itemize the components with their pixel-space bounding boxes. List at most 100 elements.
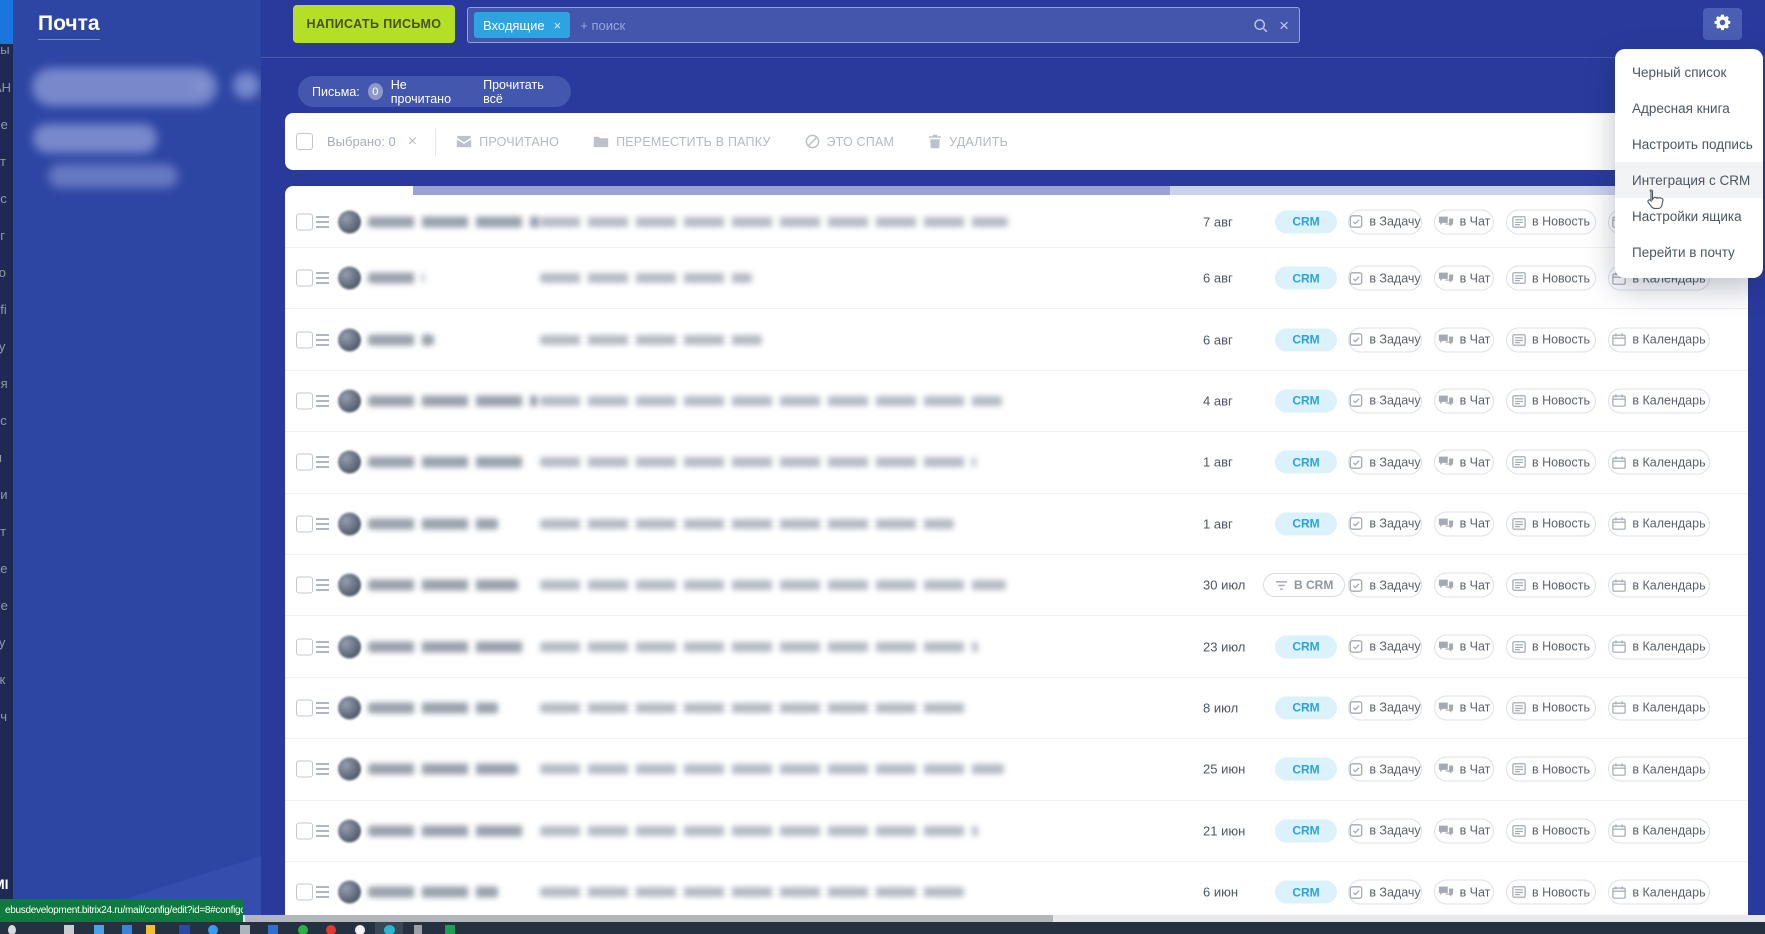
mail-row[interactable]: 7 авгCRMв Задачув Чатв Новостьв Календар… — [285, 196, 1748, 248]
row-button-chat[interactable]: в Чат — [1434, 327, 1494, 353]
row-button-news[interactable]: в Новость — [1506, 879, 1596, 905]
row-button-calendar[interactable]: в Календарь — [1608, 511, 1710, 537]
row-button-news[interactable]: в Новость — [1506, 695, 1596, 721]
row-button-task[interactable]: в Задачу — [1348, 818, 1422, 844]
row-button-news[interactable]: в Новость — [1506, 209, 1596, 234]
taskbar-app-icon[interactable] — [298, 925, 308, 934]
row-button-news[interactable]: в Новость — [1506, 327, 1596, 353]
menu-item-5[interactable]: Настройки ящика — [1615, 198, 1763, 234]
drag-handle-icon[interactable] — [316, 215, 329, 228]
mail-row[interactable]: 30 июл В CRM в Задачу в Чат в Новость в Кален… — [285, 555, 1748, 617]
row-checkbox[interactable] — [296, 453, 313, 471]
sidebar-folder-item[interactable] — [33, 124, 157, 153]
mail-row[interactable]: 25 июн CRM в Задачу в Чат в Новость в Календа… — [285, 739, 1748, 801]
row-button-calendar[interactable]: в Календарь — [1608, 634, 1710, 660]
row-button-chat[interactable]: в Чат — [1434, 756, 1494, 782]
row-button-chat[interactable]: в Чат — [1434, 265, 1494, 291]
row-button-calendar[interactable]: в Календарь — [1608, 879, 1710, 905]
drag-handle-icon[interactable] — [316, 886, 329, 899]
search-filter-chip[interactable]: Входящие × — [474, 12, 571, 38]
row-checkbox[interactable] — [296, 576, 313, 594]
mail-row[interactable]: 6 июн CRM в Задачу в Чат в Новость в Календар… — [285, 862, 1748, 915]
row-button-task[interactable]: в Задачу — [1348, 572, 1422, 598]
drag-handle-icon[interactable] — [316, 640, 329, 653]
row-button-task[interactable]: в Задачу — [1348, 695, 1422, 721]
taskbar-app-icon[interactable] — [355, 925, 365, 934]
row-button-task[interactable]: в Задачу — [1348, 209, 1422, 234]
drag-handle-icon[interactable] — [316, 333, 329, 346]
row-checkbox[interactable] — [296, 331, 313, 349]
row-checkbox[interactable] — [296, 760, 313, 778]
row-button-calendar[interactable]: в Календарь — [1608, 449, 1710, 475]
row-button-task[interactable]: в Задачу — [1348, 388, 1422, 414]
row-button-chat[interactable]: в Чат — [1434, 634, 1494, 660]
drag-handle-icon[interactable] — [316, 456, 329, 469]
taskbar-app-icon[interactable] — [179, 925, 190, 934]
clear-selection-icon[interactable]: × — [408, 133, 417, 151]
taskbar-app-icon[interactable] — [64, 925, 74, 934]
row-button-chat[interactable]: в Чат — [1434, 511, 1494, 537]
row-button-chat[interactable]: в Чат — [1434, 388, 1494, 414]
row-button-news[interactable]: в Новость — [1506, 818, 1596, 844]
row-button-chat[interactable]: в Чат — [1434, 449, 1494, 475]
row-button-calendar[interactable]: в Календарь — [1608, 327, 1710, 353]
chip-remove-icon[interactable]: × — [554, 18, 562, 33]
taskbar-app-icon[interactable] — [122, 925, 132, 934]
mark-all-read-button[interactable]: Прочитать всё — [483, 78, 557, 106]
sidebar-folder-item[interactable] — [48, 164, 178, 188]
row-checkbox[interactable] — [296, 699, 313, 717]
row-button-news[interactable]: в Новость — [1506, 756, 1596, 782]
row-checkbox[interactable] — [296, 392, 313, 410]
mail-row[interactable]: 6 авг CRM в Задачу в Чат в Новость в Календар… — [285, 248, 1748, 310]
row-button-task[interactable]: в Задачу — [1348, 449, 1422, 475]
to-crm-button[interactable]: В CRM — [1263, 573, 1346, 598]
taskbar-app-icon[interactable] — [240, 925, 250, 934]
menu-item-2[interactable]: Адресная книга — [1615, 90, 1763, 126]
row-button-calendar[interactable]: в Календарь — [1608, 572, 1710, 598]
row-button-news[interactable]: в Новость — [1506, 449, 1596, 475]
row-button-chat[interactable]: в Чат — [1434, 818, 1494, 844]
mailbox-selector[interactable]: ▾ — [32, 68, 217, 106]
row-checkbox[interactable] — [296, 269, 313, 287]
browser-hscrollbar[interactable] — [0, 915, 1765, 922]
taskbar-app-icon[interactable] — [384, 925, 395, 934]
row-button-chat[interactable]: в Чат — [1434, 572, 1494, 598]
bulk-action-spam[interactable]: ЭТО СПАМ — [805, 134, 895, 149]
row-button-calendar[interactable]: в Календарь — [1608, 388, 1710, 414]
menu-item-1[interactable]: Черный список — [1615, 54, 1763, 90]
menu-item-6[interactable]: Перейти в почту — [1615, 234, 1763, 270]
row-checkbox[interactable] — [296, 638, 313, 656]
taskbar-app-icon[interactable] — [208, 925, 218, 934]
drag-handle-icon[interactable] — [316, 763, 329, 776]
taskbar-app-icon[interactable] — [268, 925, 278, 934]
compose-button[interactable]: НАПИСАТЬ ПИСЬМО — [293, 5, 455, 43]
drag-handle-icon[interactable] — [316, 824, 329, 837]
bulk-action-folder[interactable]: ПЕРЕМЕСТИТЬ В ПАПКУ — [593, 135, 770, 149]
row-checkbox[interactable] — [296, 883, 313, 901]
menu-item-4[interactable]: Интеграция с CRM — [1615, 162, 1763, 198]
row-button-task[interactable]: в Задачу — [1348, 634, 1422, 660]
row-button-news[interactable]: в Новость — [1506, 388, 1596, 414]
taskbar-app-icon[interactable] — [445, 925, 455, 934]
row-button-calendar[interactable]: в Календарь — [1608, 695, 1710, 721]
bulk-action-envelope[interactable]: ПРОЧИТАНО — [456, 135, 559, 149]
taskbar-app-icon[interactable] — [414, 925, 422, 934]
row-button-calendar[interactable]: в Календарь — [1608, 756, 1710, 782]
mail-row[interactable]: 6 авг CRM в Задачу в Чат в Новость в Календар… — [285, 309, 1748, 371]
row-button-news[interactable]: в Новость — [1506, 572, 1596, 598]
mail-row[interactable]: 23 июл CRM в Задачу в Чат в Новость в Календа… — [285, 616, 1748, 678]
taskbar-app-icon[interactable] — [146, 925, 155, 934]
list-hscrollbar-thumb[interactable] — [413, 186, 1170, 195]
row-button-news[interactable]: в Новость — [1506, 634, 1596, 660]
menu-item-3[interactable]: Настроить подпись — [1615, 126, 1763, 162]
mail-row[interactable]: 4 авг CRM в Задачу в Чат в Новость в Календар… — [285, 371, 1748, 433]
mail-row[interactable]: 1 авг CRM в Задачу в Чат в Новость в Календар… — [285, 432, 1748, 494]
drag-handle-icon[interactable] — [316, 272, 329, 285]
row-button-task[interactable]: в Задачу — [1348, 327, 1422, 353]
row-checkbox[interactable] — [296, 515, 313, 533]
bulk-action-trash[interactable]: УДАЛИТЬ — [928, 134, 1008, 149]
drag-handle-icon[interactable] — [316, 394, 329, 407]
row-button-calendar[interactable]: в Календарь — [1608, 818, 1710, 844]
drag-handle-icon[interactable] — [316, 701, 329, 714]
browser-hscrollbar-thumb[interactable] — [245, 915, 1053, 922]
